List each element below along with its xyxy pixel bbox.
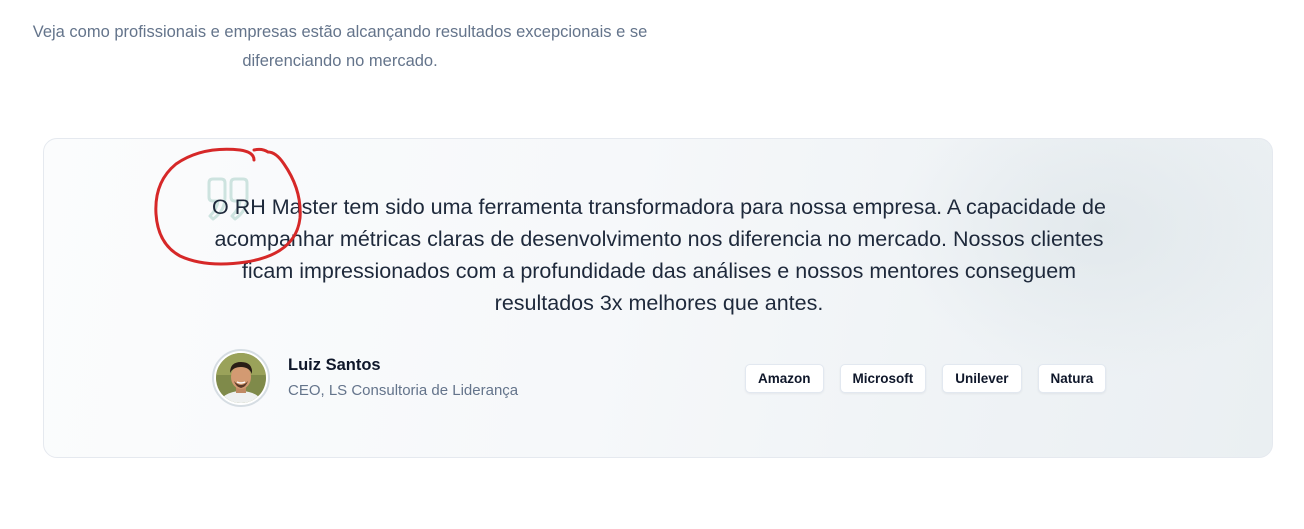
testimonial-author: Luiz Santos CEO, LS Consultoria de Lider… [212,349,518,407]
testimonial-quote: O RH Master tem sido uma ferramenta tran… [212,195,1106,315]
testimonials-section: Veja como profissionais e empresas estão… [0,0,1304,529]
client-logo-microsoft: Microsoft [839,364,927,393]
client-logo-amazon: Amazon [745,364,824,393]
author-name: Luiz Santos [288,356,381,374]
avatar-photo [216,353,266,403]
avatar [212,349,270,407]
author-info: Luiz Santos CEO, LS Consultoria de Lider… [288,354,518,402]
testimonial-card: O RH Master tem sido uma ferramenta tran… [43,138,1273,458]
author-role: CEO, LS Consultoria de Liderança [288,382,519,399]
client-logo-natura: Natura [1037,364,1107,393]
section-subtitle: Veja como profissionais e empresas estão… [32,23,648,70]
client-logo-unilever: Unilever [942,364,1022,393]
client-logos: Amazon Microsoft Unilever Natura [745,364,1107,393]
